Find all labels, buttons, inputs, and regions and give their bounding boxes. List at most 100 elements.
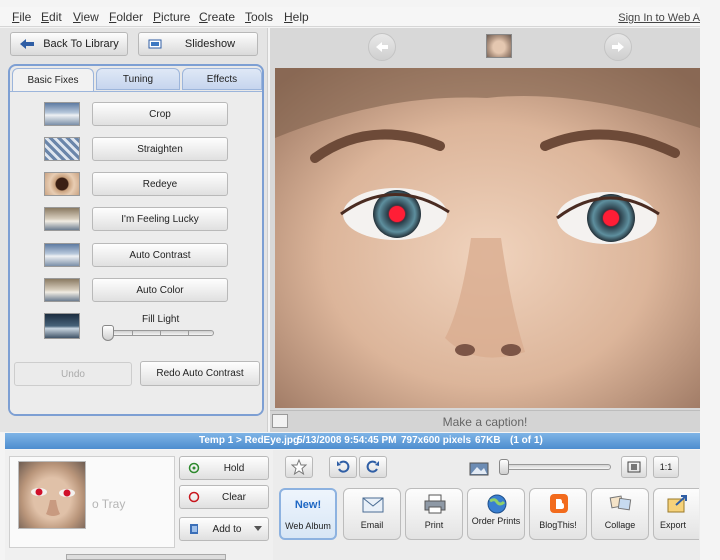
right-arrow-icon: [612, 42, 624, 52]
export-button[interactable]: Export: [653, 488, 699, 540]
slideshow-label: Slideshow: [184, 38, 236, 50]
caption-bar[interactable]: Make a caption!: [270, 410, 700, 432]
email-icon: [362, 497, 384, 513]
zoom-slider-knob[interactable]: [499, 459, 509, 475]
rotate-right-button[interactable]: [359, 456, 387, 478]
status-dimensions: 797x600 pixels: [401, 435, 472, 446]
globe-icon: [487, 494, 507, 514]
rotate-left-button[interactable]: [329, 456, 357, 478]
slideshow-icon: [147, 37, 163, 51]
menu-folder[interactable]: Folder: [109, 10, 143, 24]
tab-effects-label: Effects: [206, 73, 238, 85]
web-album-button[interactable]: New! Web Album: [279, 488, 337, 540]
tray-hint: o Tray: [92, 497, 126, 511]
fill-light-slider-knob[interactable]: [102, 325, 114, 341]
status-size: 67KB: [475, 435, 501, 446]
album-icon: [190, 524, 198, 534]
fix-row-redeye: Redeye: [40, 172, 230, 196]
back-to-library-button[interactable]: Back To Library: [10, 32, 128, 56]
rotate-left-icon: [337, 460, 350, 473]
menu-tools[interactable]: Tools: [245, 10, 273, 24]
collage-button[interactable]: Collage: [591, 488, 649, 540]
straighten-button[interactable]: Straighten: [92, 137, 228, 161]
slider-tick: [188, 331, 189, 336]
slideshow-button[interactable]: Slideshow: [138, 32, 258, 56]
chevron-down-icon: [254, 526, 262, 531]
tab-tuning[interactable]: Tuning: [96, 68, 180, 90]
zoom-landscape-icon: [469, 462, 489, 476]
auto-color-thumbnail: [44, 278, 80, 302]
back-to-library-label: Back To Library: [43, 38, 119, 50]
collage-label: Collage: [604, 520, 636, 530]
export-label: Export: [660, 520, 687, 530]
tab-basic-fixes-label: Basic Fixes: [27, 74, 79, 86]
edit-panel: Back To Library Slideshow Basic Fixes Tu…: [0, 28, 268, 432]
menu-bar: File Edit View Folder Picture Create Too…: [0, 7, 700, 27]
crop-button[interactable]: Crop: [92, 102, 228, 126]
add-to-label: Add to: [212, 523, 242, 535]
order-prints-label: Order Prints: [471, 516, 521, 526]
actual-size-label: 1:1: [659, 462, 673, 472]
tab-effects[interactable]: Effects: [182, 68, 262, 90]
filmstrip-thumbnail[interactable]: [486, 34, 512, 58]
redeye-button[interactable]: Redeye: [92, 172, 228, 196]
caption-placeholder[interactable]: Make a caption!: [270, 415, 700, 429]
next-photo-button[interactable]: [604, 33, 632, 61]
fix-row-auto-contrast: Auto Contrast: [40, 243, 230, 267]
hold-button[interactable]: Hold: [179, 456, 269, 480]
blogthis-button[interactable]: BlogThis!: [529, 488, 587, 540]
fix-row-feeling-lucky: I'm Feeling Lucky: [40, 207, 230, 231]
tray-area[interactable]: o Tray: [9, 456, 175, 548]
menu-edit[interactable]: Edit: [41, 10, 62, 24]
slider-tick: [160, 331, 161, 336]
fix-row-crop: Crop: [40, 102, 230, 126]
photo-tray: o Tray Hold Clear Add to: [5, 450, 273, 560]
star-button[interactable]: [285, 456, 313, 478]
fill-light-slider-track[interactable]: [104, 330, 214, 336]
rotate-right-icon: [366, 460, 379, 473]
clear-button[interactable]: Clear: [179, 485, 269, 509]
add-to-button[interactable]: Add to: [179, 517, 269, 541]
status-bar: Temp 1 > RedEye.jpg 5/13/2008 9:54:45 PM…: [5, 433, 700, 449]
tab-basic-fixes[interactable]: Basic Fixes: [12, 68, 94, 92]
slider-tick: [132, 331, 133, 336]
clear-label: Clear: [222, 491, 246, 503]
tray-photo[interactable]: [18, 461, 86, 529]
status-path: Temp 1 > RedEye.jpg: [199, 435, 300, 446]
print-button[interactable]: Print: [405, 488, 463, 540]
blogger-icon: [550, 494, 568, 513]
email-button[interactable]: Email: [343, 488, 401, 540]
collage-icon: [609, 495, 632, 511]
tool-strip: 1:1 New! Web Album Email Print Order Pri…: [273, 450, 700, 560]
menu-create[interactable]: Create: [199, 10, 235, 24]
order-prints-button[interactable]: Order Prints: [467, 488, 525, 540]
tab-tuning-label: Tuning: [122, 73, 154, 85]
new-badge: New!: [294, 499, 322, 511]
menu-file[interactable]: File: [12, 10, 31, 24]
hold-label: Hold: [223, 462, 245, 474]
export-icon: [667, 495, 687, 513]
hold-icon: [188, 462, 200, 474]
horizontal-scrollbar[interactable]: [66, 554, 226, 560]
undo-button[interactable]: Undo: [14, 362, 132, 386]
redo-button[interactable]: Redo Auto Contrast: [140, 361, 260, 386]
fit-to-window-button[interactable]: [621, 456, 647, 478]
previous-photo-button[interactable]: [368, 33, 396, 61]
photo-viewer: Make a caption!: [270, 28, 700, 432]
fix-row-auto-color: Auto Color: [40, 278, 230, 302]
tray-face-image: [31, 488, 75, 516]
feeling-lucky-button[interactable]: I'm Feeling Lucky: [92, 207, 228, 231]
zoom-slider-track[interactable]: [501, 464, 611, 470]
auto-contrast-thumbnail: [44, 243, 80, 267]
clear-icon: [188, 491, 200, 503]
menu-help[interactable]: Help: [284, 10, 309, 24]
main-photo[interactable]: [275, 68, 700, 408]
actual-size-button[interactable]: 1:1: [653, 456, 679, 478]
sign-in-link[interactable]: Sign In to Web A: [618, 12, 700, 24]
web-album-label: Web Album: [285, 521, 331, 531]
auto-color-button[interactable]: Auto Color: [92, 278, 228, 302]
menu-view[interactable]: View: [73, 10, 99, 24]
status-count: (1 of 1): [510, 435, 543, 446]
menu-picture[interactable]: Picture: [153, 10, 190, 24]
auto-contrast-button[interactable]: Auto Contrast: [92, 243, 228, 267]
